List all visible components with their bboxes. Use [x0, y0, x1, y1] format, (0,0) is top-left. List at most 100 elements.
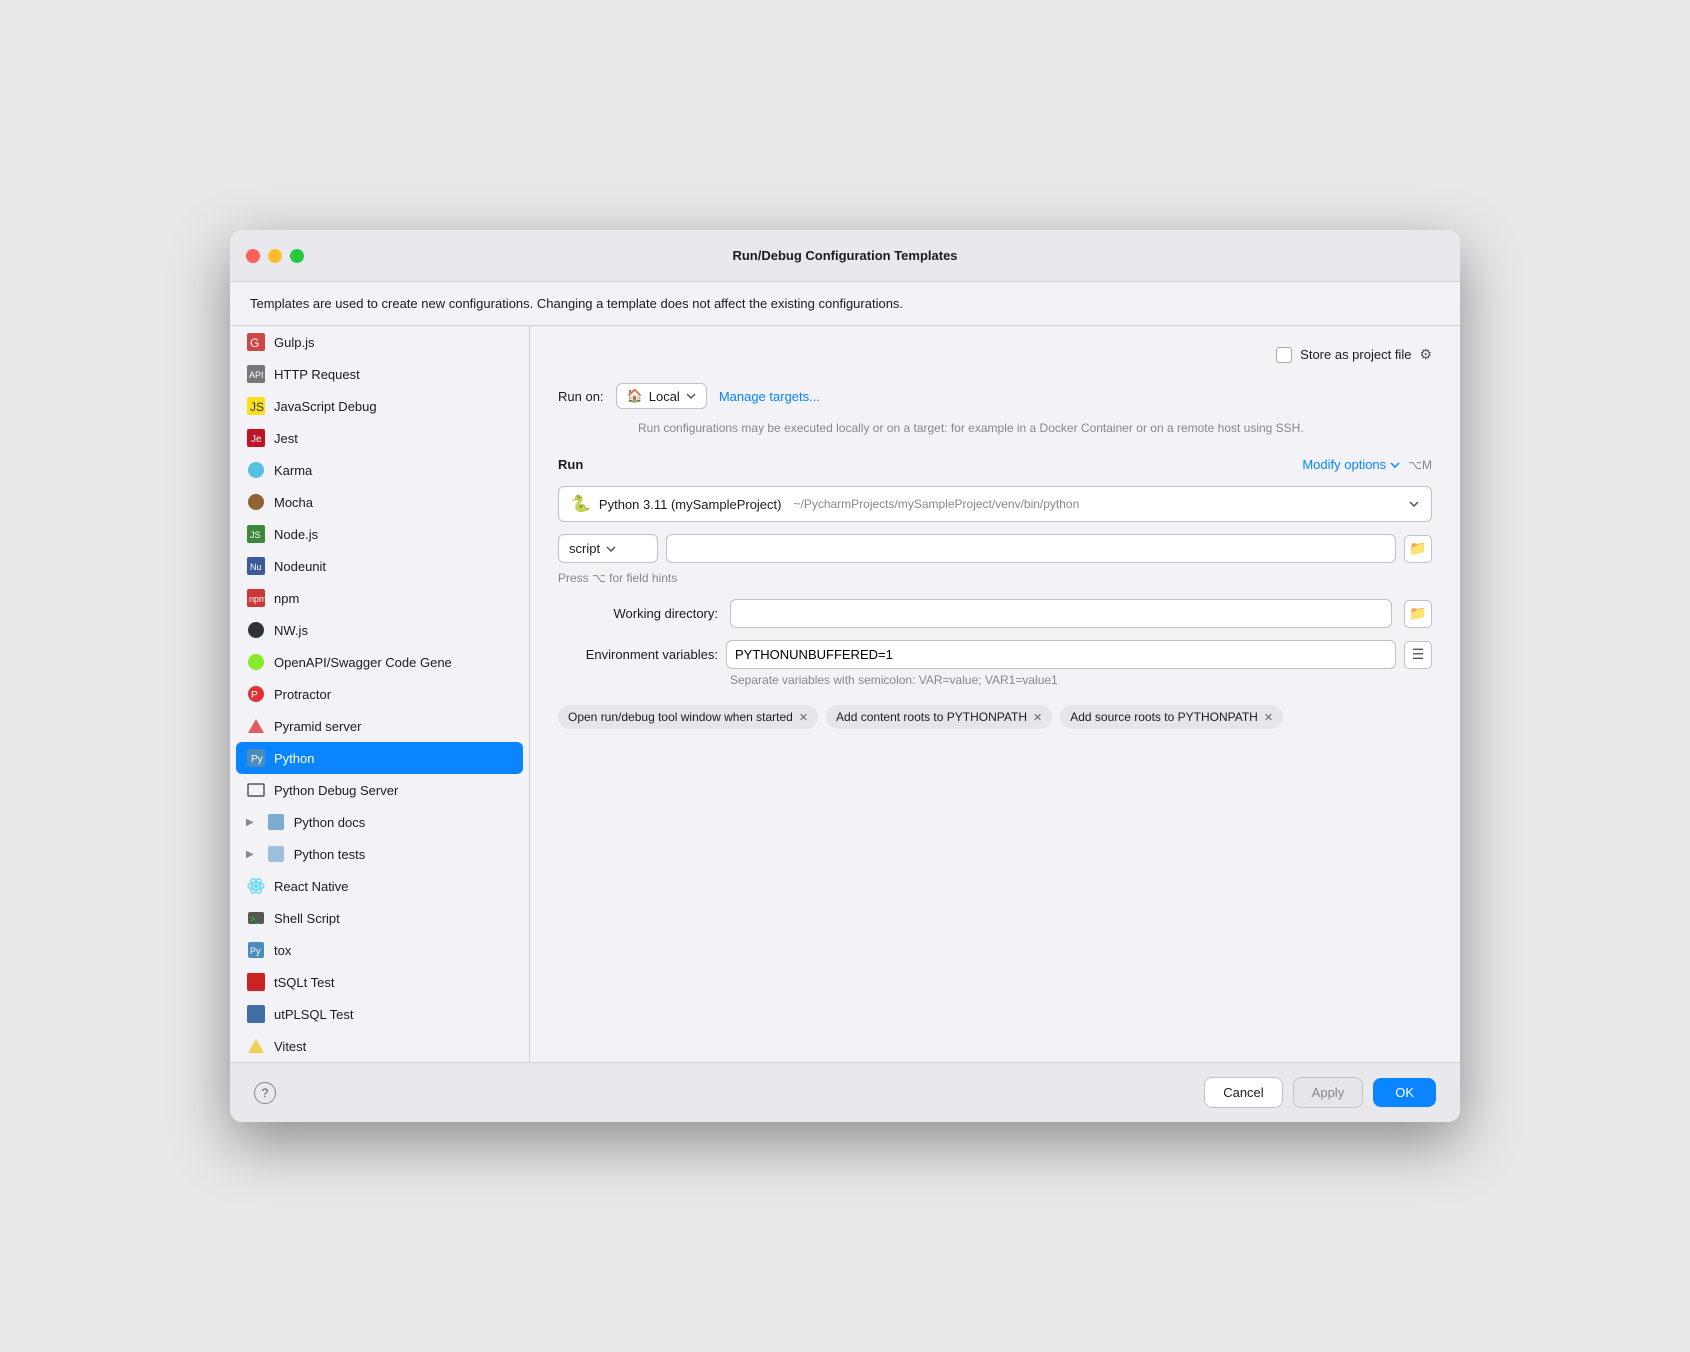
sidebar-item-openapi[interactable]: OpenAPI/Swagger Code Gene: [230, 646, 529, 678]
sidebar-item-shell-script[interactable]: >_ Shell Script: [230, 902, 529, 934]
help-button[interactable]: ?: [254, 1082, 276, 1104]
sidebar-item-karma[interactable]: Karma: [230, 454, 529, 486]
run-on-row: Run on: 🏠 Local Manage targets...: [558, 383, 1432, 409]
sidebar-item-label-karma: Karma: [274, 463, 312, 478]
sidebar-item-protractor[interactable]: P Protractor: [230, 678, 529, 710]
tag-close-add-content-roots[interactable]: ✕: [1033, 711, 1042, 724]
modify-options-button[interactable]: Modify options ⌥M: [1302, 457, 1432, 472]
script-folder-button[interactable]: 📁: [1404, 535, 1432, 563]
sidebar-item-label-nodeunit: Nodeunit: [274, 559, 326, 574]
sidebar-item-nodeunit[interactable]: NuNodeunit: [230, 550, 529, 582]
run-on-label: Run on:: [558, 389, 604, 404]
interpreter-dropdown[interactable]: 🐍 Python 3.11 (mySampleProject) ~/Pychar…: [558, 486, 1432, 522]
script-chevron: [606, 546, 616, 552]
working-directory-input[interactable]: [730, 599, 1392, 628]
interpreter-path: ~/PycharmProjects/mySampleProject/venv/b…: [793, 497, 1079, 511]
env-vars-list-button[interactable]: ☰: [1404, 641, 1432, 669]
sidebar: GGulp.js API HTTP Request JS JavaScript Debu…: [230, 326, 530, 1062]
sidebar-item-label-shell-script: Shell Script: [274, 911, 340, 926]
sidebar-item-label-mocha: Mocha: [274, 495, 313, 510]
sidebar-item-pyramid[interactable]: Pyramid server: [230, 710, 529, 742]
gear-icon[interactable]: ⚙: [1419, 346, 1432, 363]
chevron-down-icon: [686, 391, 696, 401]
tag-open-run-debug: Open run/debug tool window when started✕: [558, 705, 818, 729]
modify-options-shortcut: ⌥M: [1408, 458, 1432, 472]
expand-arrow-python-tests: ▶: [246, 849, 254, 860]
sidebar-item-label-react-native: React Native: [274, 879, 348, 894]
item-icon-tox: Py: [246, 940, 266, 960]
svg-text:npm: npm: [249, 594, 265, 604]
apply-button[interactable]: Apply: [1293, 1077, 1364, 1108]
run-section-title: Run: [558, 457, 583, 472]
ok-button[interactable]: OK: [1373, 1078, 1436, 1107]
help-icon: ?: [262, 1086, 269, 1100]
manage-targets-link[interactable]: Manage targets...: [719, 389, 820, 404]
folder-icon: 📁: [1409, 540, 1426, 557]
sidebar-item-label-http-request: HTTP Request: [274, 367, 360, 382]
tag-label-add-source-roots: Add source roots to PYTHONPATH: [1070, 710, 1258, 724]
sidebar-item-mocha[interactable]: Mocha: [230, 486, 529, 518]
env-vars-input[interactable]: PYTHONUNBUFFERED=1: [726, 640, 1396, 669]
field-hints: Press ⌥ for field hints: [558, 571, 1432, 585]
svg-text:Py: Py: [250, 946, 261, 956]
sidebar-item-nwjs[interactable]: NW.js: [230, 614, 529, 646]
item-icon-python: Py: [246, 748, 266, 768]
tag-add-content-roots: Add content roots to PYTHONPATH ✕: [826, 705, 1052, 729]
sidebar-item-label-python-tests: Python tests: [294, 847, 366, 862]
sidebar-item-label-jest: Jest: [274, 431, 298, 446]
svg-text:API: API: [249, 370, 264, 380]
sidebar-item-nodejs[interactable]: JSNode.js: [230, 518, 529, 550]
sidebar-item-vitest[interactable]: Vitest: [230, 1030, 529, 1062]
item-icon-react-native: [246, 876, 266, 896]
item-icon-javascript-debug: JS: [246, 396, 266, 416]
cancel-button[interactable]: Cancel: [1204, 1077, 1282, 1108]
svg-text:JS: JS: [250, 400, 264, 414]
sidebar-item-label-protractor: Protractor: [274, 687, 331, 702]
sidebar-item-react-native[interactable]: React Native: [230, 870, 529, 902]
item-icon-protractor: P: [246, 684, 266, 704]
sidebar-item-python[interactable]: PyPython: [236, 742, 523, 774]
sidebar-item-jest[interactable]: Je Jest: [230, 422, 529, 454]
sidebar-item-label-javascript-debug: JavaScript Debug: [274, 399, 377, 414]
sidebar-item-label-nodejs: Node.js: [274, 527, 318, 542]
item-icon-karma: [246, 460, 266, 480]
sidebar-item-gulp[interactable]: GGulp.js: [230, 326, 529, 358]
sidebar-item-npm[interactable]: npmnpm: [230, 582, 529, 614]
run-on-description: Run configurations may be executed local…: [558, 419, 1432, 437]
sidebar-item-tsqlt[interactable]: tSQLt Test: [230, 966, 529, 998]
script-type-label: script: [569, 541, 600, 556]
sidebar-item-label-gulp: Gulp.js: [274, 335, 314, 350]
minimize-button[interactable]: [268, 249, 282, 263]
item-icon-python-debug-server: [246, 780, 266, 800]
bottom-right-buttons: Cancel Apply OK: [1204, 1077, 1436, 1108]
sidebar-item-label-utplsql: utPLSQL Test: [274, 1007, 354, 1022]
script-input[interactable]: [666, 534, 1396, 563]
tag-close-open-run-debug[interactable]: ✕: [799, 711, 808, 724]
info-text: Templates are used to create new configu…: [250, 296, 903, 311]
sidebar-item-label-tsqlt: tSQLt Test: [274, 975, 334, 990]
item-icon-shell-script: >_: [246, 908, 266, 928]
item-icon-nwjs: [246, 620, 266, 640]
close-button[interactable]: [246, 249, 260, 263]
maximize-button[interactable]: [290, 249, 304, 263]
sidebar-item-http-request[interactable]: API HTTP Request: [230, 358, 529, 390]
script-type-dropdown[interactable]: script: [558, 534, 658, 563]
tag-label-add-content-roots: Add content roots to PYTHONPATH: [836, 710, 1027, 724]
sidebar-item-python-debug-server[interactable]: Python Debug Server: [230, 774, 529, 806]
sidebar-item-utplsql[interactable]: utPLSQL Test: [230, 998, 529, 1030]
store-project-checkbox[interactable]: [1276, 347, 1292, 363]
svg-text:Je: Je: [251, 434, 262, 445]
interpreter-left: 🐍 Python 3.11 (mySampleProject) ~/Pychar…: [571, 494, 1079, 514]
run-on-dropdown[interactable]: 🏠 Local: [616, 383, 707, 409]
sidebar-item-tox[interactable]: Pytox: [230, 934, 529, 966]
sidebar-item-javascript-debug[interactable]: JS JavaScript Debug: [230, 390, 529, 422]
sidebar-item-label-nwjs: NW.js: [274, 623, 308, 638]
working-directory-folder-button[interactable]: 📁: [1404, 600, 1432, 628]
sidebar-item-label-openapi: OpenAPI/Swagger Code Gene: [274, 655, 452, 670]
list-icon: ☰: [1412, 646, 1425, 663]
info-bar: Templates are used to create new configu…: [230, 282, 1460, 326]
sidebar-item-python-docs[interactable]: ▶Python docs: [230, 806, 529, 838]
sidebar-item-python-tests[interactable]: ▶ Python tests: [230, 838, 529, 870]
svg-text:>_: >_: [250, 914, 261, 924]
tag-close-add-source-roots[interactable]: ✕: [1264, 711, 1273, 724]
